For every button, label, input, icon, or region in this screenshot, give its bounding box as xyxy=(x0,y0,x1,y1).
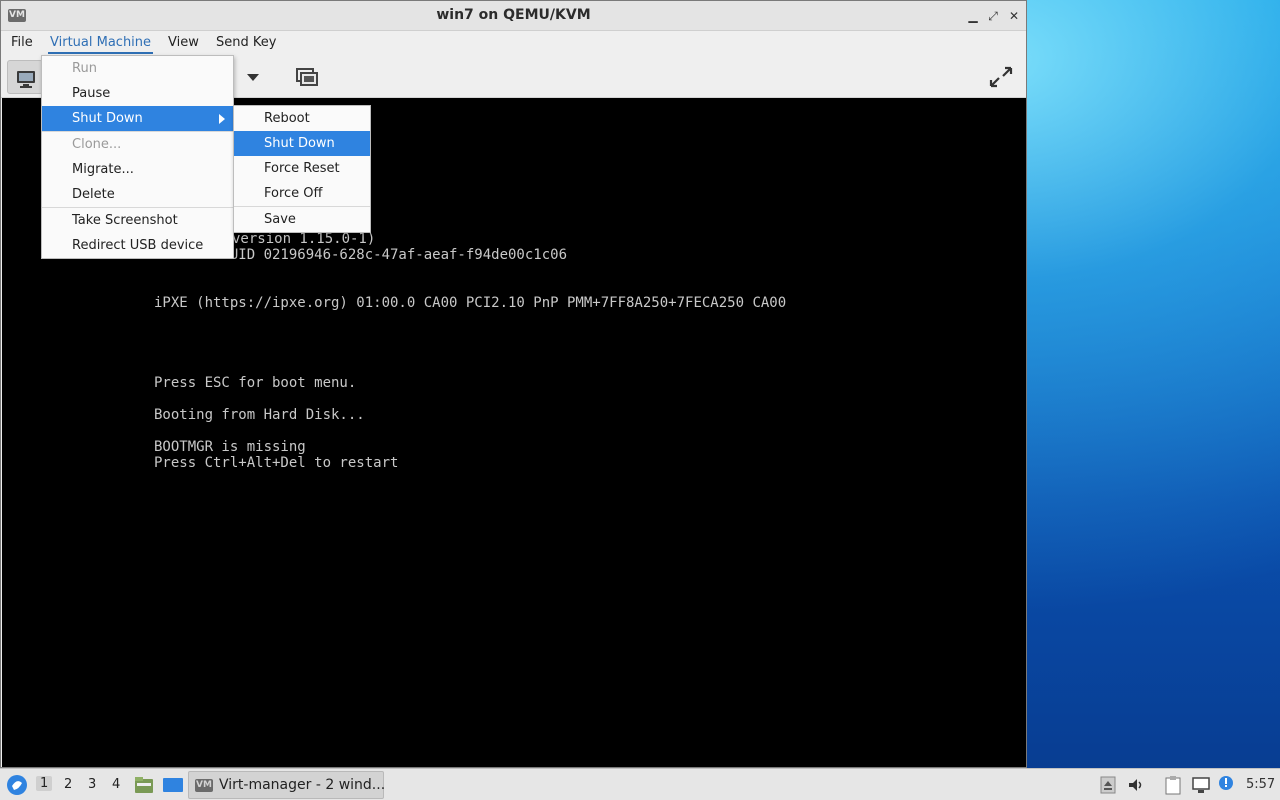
snapshots-icon xyxy=(296,68,318,86)
clock[interactable]: 5:57 xyxy=(1246,777,1275,792)
menu-bar: File Virtual Machine View Send Key xyxy=(1,31,1026,56)
menu-item-run: Run xyxy=(72,61,97,76)
snapshots-button[interactable] xyxy=(289,60,325,94)
menu-view[interactable]: View xyxy=(168,35,199,50)
workspace-3[interactable]: 3 xyxy=(88,777,96,792)
shutdown-dropdown-button[interactable] xyxy=(235,60,271,94)
console-line-esc: Press ESC for boot menu. xyxy=(154,375,357,391)
menu-virtual-machine[interactable]: Virtual Machine xyxy=(47,35,154,54)
taskbar: 1 2 3 4 VM Virt-manager - 2 wind... 5:57 xyxy=(0,768,1280,800)
console-line-restart: Press Ctrl+Alt+Del to restart xyxy=(154,455,399,471)
console-line-booting: Booting from Hard Disk... xyxy=(154,407,365,423)
submenu-item-save[interactable]: Save xyxy=(234,207,370,232)
fullscreen-button[interactable] xyxy=(983,60,1019,94)
submenu-item-force-off[interactable]: Force Off xyxy=(234,181,370,206)
virt-manager-icon: VM xyxy=(195,779,213,792)
menu-item-migrate[interactable]: Migrate... xyxy=(42,157,233,182)
submenu-item-force-reset[interactable]: Force Reset xyxy=(234,156,370,181)
console-line-bootmgr: BOOTMGR is missing xyxy=(154,439,306,455)
fullscreen-icon xyxy=(989,66,1013,88)
menu-item-redirect-usb[interactable]: Redirect USB device xyxy=(42,233,233,258)
workspace-1[interactable]: 1 xyxy=(36,776,53,791)
menu-item-delete[interactable]: Delete xyxy=(42,182,233,207)
network-icon[interactable] xyxy=(1191,775,1211,795)
menu-item-clone: Clone... xyxy=(72,137,122,152)
window-title: win7 on QEMU/KVM xyxy=(436,7,591,23)
console-view-button[interactable] xyxy=(7,60,43,94)
console-line-seabios: version 1.15.0-1) xyxy=(232,231,376,247)
console-line-ipxe: iPXE (https://ipxe.org) 01:00.0 CA00 PCI… xyxy=(154,295,787,311)
menu-item-shut-down[interactable]: Shut Down xyxy=(42,106,233,131)
menu-file[interactable]: File xyxy=(11,35,33,50)
maximize-button[interactable]: ⤢ xyxy=(983,6,1003,26)
virtual-machine-menu: Run Pause Shut Down Clone... Migrate... … xyxy=(41,55,234,259)
menu-item-shut-down-label: Shut Down xyxy=(72,111,143,126)
start-menu-icon[interactable] xyxy=(6,774,28,796)
taskbar-task-label: Virt-manager - 2 wind... xyxy=(219,777,386,793)
minimize-button[interactable]: ▁ xyxy=(963,6,983,26)
clipboard-icon[interactable] xyxy=(1163,775,1183,795)
volume-icon[interactable] xyxy=(1127,776,1145,794)
submenu-item-reboot[interactable]: Reboot xyxy=(234,106,370,131)
shutdown-submenu: Reboot Shut Down Force Reset Force Off S… xyxy=(233,105,371,233)
taskbar-task-virt-manager[interactable]: VM Virt-manager - 2 wind... xyxy=(188,771,386,799)
menu-item-pause[interactable]: Pause xyxy=(42,81,233,106)
workspace-2[interactable]: 2 xyxy=(64,777,72,792)
title-bar[interactable]: VM win7 on QEMU/KVM ▁ ⤢ ✕ xyxy=(1,1,1026,31)
chevron-right-icon xyxy=(219,114,225,124)
notification-icon[interactable] xyxy=(1217,774,1235,792)
menu-item-take-screenshot[interactable]: Take Screenshot xyxy=(42,208,233,233)
workspace-4[interactable]: 4 xyxy=(112,777,120,792)
close-button[interactable]: ✕ xyxy=(1004,6,1024,26)
file-manager-icon[interactable] xyxy=(134,775,154,795)
chevron-down-icon xyxy=(247,74,259,81)
monitor-icon xyxy=(17,71,35,88)
show-desktop-icon[interactable] xyxy=(162,775,184,795)
submenu-item-shut-down[interactable]: Shut Down xyxy=(234,131,370,156)
menu-send-key[interactable]: Send Key xyxy=(216,35,276,50)
eject-icon[interactable] xyxy=(1100,776,1116,794)
